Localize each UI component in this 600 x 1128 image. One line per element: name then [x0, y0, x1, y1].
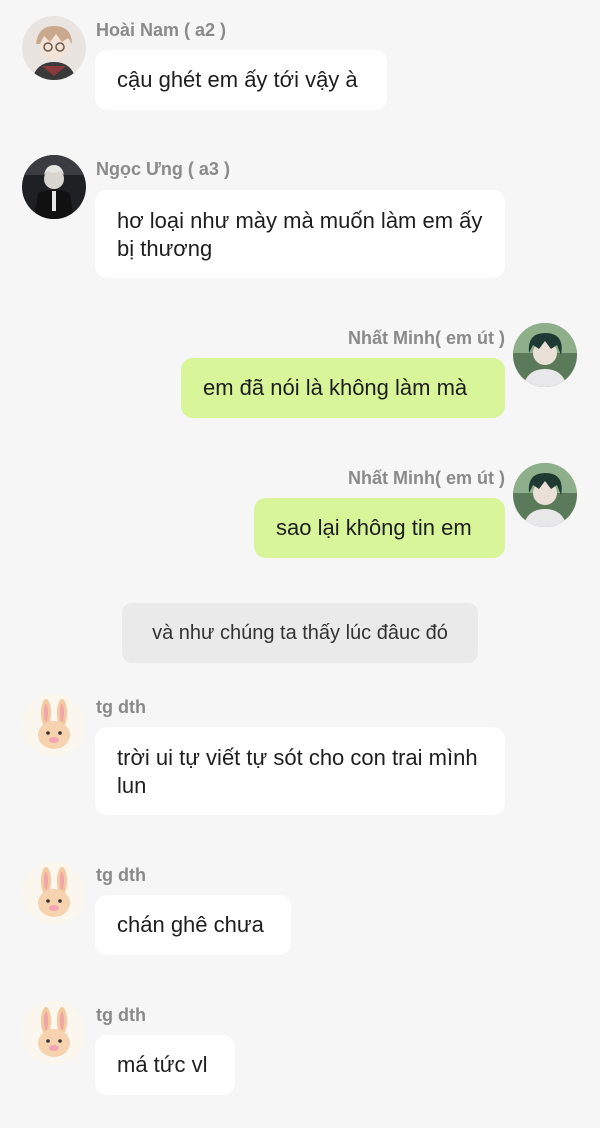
- sender-name: Nhất Minh( em út ): [348, 328, 505, 348]
- avatar-bunny[interactable]: [22, 1001, 86, 1065]
- message-bubble[interactable]: trời ui tự viết tự sót cho con trai mình…: [95, 727, 505, 815]
- sender-name: Hoài Nam ( a2 ): [96, 20, 227, 40]
- message-bubble[interactable]: chán ghê chưa: [95, 895, 291, 955]
- sender-name: Ngọc Ưng ( a3 ): [96, 159, 230, 179]
- message-bubble-own[interactable]: em đã nói là không làm mà: [181, 358, 505, 418]
- narration-bubble[interactable]: và như chúng ta thấy lúc đâuc đó: [122, 603, 478, 663]
- avatar-bunny[interactable]: [22, 693, 86, 757]
- message-bubble[interactable]: má tức vl: [95, 1035, 235, 1095]
- message-bubble-own[interactable]: sao lại không tin em: [254, 498, 505, 558]
- avatar-ngoc-ung[interactable]: [22, 155, 86, 219]
- avatar-nhat-minh[interactable]: [513, 463, 577, 527]
- avatar-bunny[interactable]: [22, 861, 86, 925]
- sender-name: Nhất Minh( em út ): [348, 468, 505, 488]
- sender-name: tg dth: [96, 865, 146, 885]
- sender-name: tg dth: [96, 697, 146, 717]
- avatar-hoai-nam[interactable]: [22, 16, 86, 80]
- avatar-nhat-minh[interactable]: [513, 323, 577, 387]
- message-bubble[interactable]: cậu ghét em ấy tới vậy à: [95, 50, 387, 110]
- sender-name: tg dth: [96, 1005, 146, 1025]
- message-bubble[interactable]: hơ loại như mày mà muốn làm em ấy bị thư…: [95, 190, 505, 278]
